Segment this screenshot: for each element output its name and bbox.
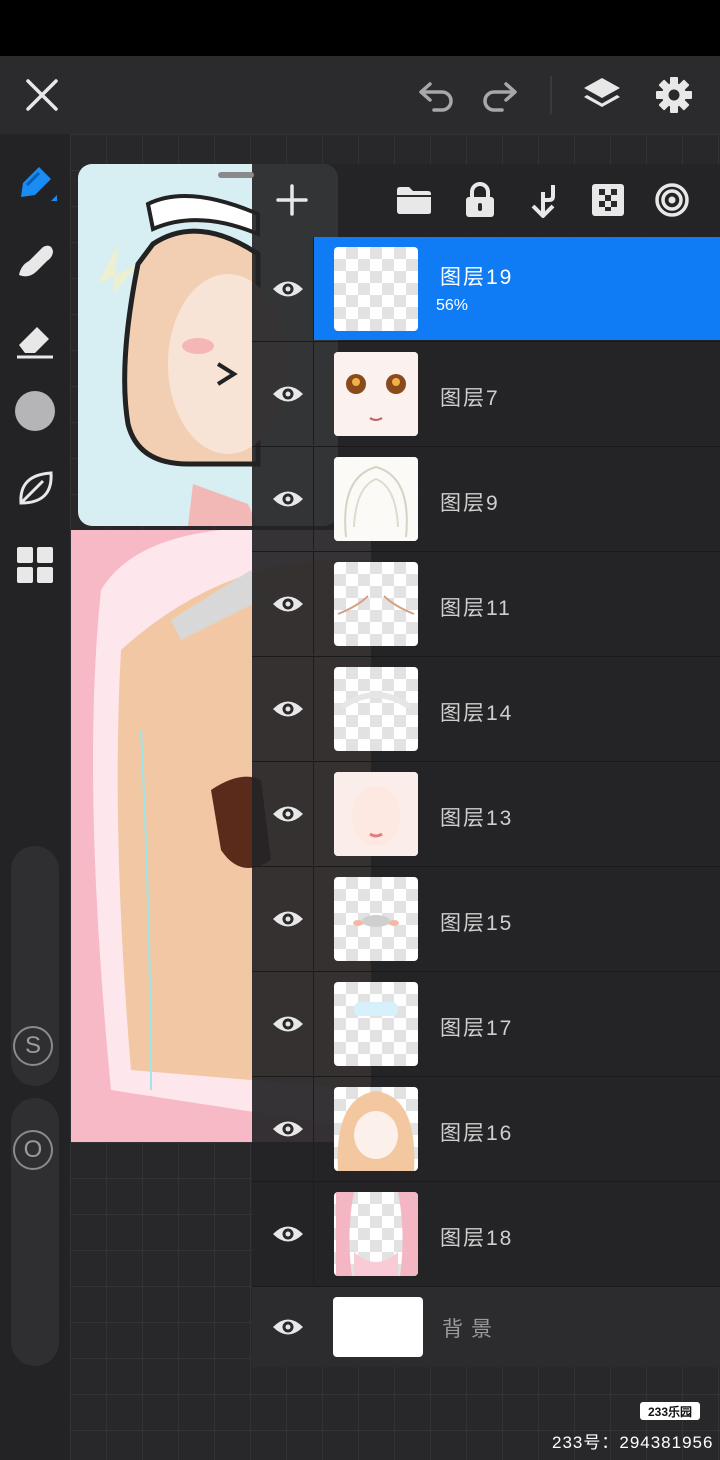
layer-content[interactable]: 图层9 xyxy=(313,447,720,550)
opacity-label: O xyxy=(13,1130,53,1170)
visibility-eye-icon[interactable] xyxy=(262,1208,314,1260)
visibility-eye-icon[interactable] xyxy=(262,788,314,840)
visibility-eye-icon[interactable] xyxy=(262,368,314,420)
layer-row[interactable]: 图层16 xyxy=(252,1077,720,1182)
status-bar xyxy=(0,0,720,56)
blend-mode-icon[interactable] xyxy=(650,178,694,222)
layer-thumbnail xyxy=(334,1192,418,1276)
visibility-eye-icon[interactable] xyxy=(262,578,314,630)
layers-list: 图层19 56% 图层7 图层9 图层11 图层14 图层13 图层15 图层1… xyxy=(252,237,720,1367)
visibility-eye-icon[interactable] xyxy=(262,473,314,525)
tools-sidebar: S O xyxy=(0,134,70,1460)
layer-content[interactable]: 图层14 xyxy=(313,657,720,760)
visibility-eye-icon[interactable] xyxy=(262,263,314,315)
lock-icon[interactable] xyxy=(458,178,502,222)
layer-row[interactable]: 图层19 56% xyxy=(252,237,720,342)
layer-name: 图层13 xyxy=(440,807,514,830)
add-layer-icon[interactable] xyxy=(270,178,314,222)
grid-menu-icon[interactable] xyxy=(10,540,60,590)
close-icon[interactable] xyxy=(20,73,64,117)
layer-content[interactable]: 图层17 xyxy=(313,972,720,1075)
eraser-icon[interactable] xyxy=(10,314,60,364)
layers-icon[interactable] xyxy=(578,71,626,119)
top-toolbar xyxy=(0,56,720,134)
layer-name: 图层15 xyxy=(440,912,514,935)
layer-name: 图层11 xyxy=(440,597,512,620)
background-layer-name: 背景 xyxy=(442,1318,500,1341)
watermark-text: 233号：294381956 xyxy=(552,1433,714,1452)
layer-thumbnail xyxy=(334,1087,418,1171)
leaf-shape-icon[interactable] xyxy=(10,464,60,514)
layer-content[interactable]: 图层18 xyxy=(313,1182,720,1285)
layer-row[interactable]: 图层15 xyxy=(252,867,720,972)
merge-down-icon[interactable] xyxy=(522,178,566,222)
layer-thumbnail xyxy=(334,457,418,541)
layer-row[interactable]: 图层17 xyxy=(252,972,720,1077)
visibility-eye-icon[interactable] xyxy=(262,683,314,735)
brush-pen-icon[interactable] xyxy=(10,158,60,208)
layer-name: 图层16 xyxy=(440,1122,514,1145)
layer-thumbnail xyxy=(334,352,418,436)
size-label: S xyxy=(13,1026,53,1066)
layer-name: 图层17 xyxy=(440,1017,514,1040)
color-swatch-icon[interactable] xyxy=(10,386,60,436)
layer-thumbnail xyxy=(334,562,418,646)
layers-panel-toolbar xyxy=(252,164,720,236)
layer-content[interactable]: 图层16 xyxy=(313,1077,720,1180)
background-thumbnail xyxy=(333,1297,423,1357)
layer-content[interactable]: 图层11 xyxy=(313,552,720,655)
layer-content[interactable]: 图层7 xyxy=(313,342,720,445)
panel-drag-handle[interactable] xyxy=(218,172,254,178)
undo-icon[interactable] xyxy=(414,73,458,117)
layer-name: 图层9 xyxy=(440,492,500,515)
layer-row[interactable]: 图层11 xyxy=(252,552,720,657)
layer-name: 图层14 xyxy=(440,702,514,725)
layer-row[interactable]: 图层13 xyxy=(252,762,720,867)
layer-content[interactable]: 图层19 56% xyxy=(313,237,720,340)
settings-gear-icon[interactable] xyxy=(650,71,698,119)
layer-row[interactable]: 图层7 xyxy=(252,342,720,447)
visibility-eye-icon[interactable] xyxy=(262,998,314,1050)
transparency-checker-icon[interactable] xyxy=(586,178,630,222)
layer-name: 图层19 xyxy=(440,266,514,289)
smudge-finger-icon[interactable] xyxy=(10,236,60,286)
layer-thumbnail xyxy=(334,877,418,961)
layer-thumbnail xyxy=(334,247,418,331)
layer-thumbnail xyxy=(334,667,418,751)
watermark-logo: 233乐园 xyxy=(640,1402,700,1420)
toolbar-divider xyxy=(550,76,552,114)
layer-row[interactable]: 图层18 xyxy=(252,1182,720,1287)
visibility-eye-icon[interactable] xyxy=(262,893,314,945)
background-layer-row[interactable]: 背景 xyxy=(252,1287,720,1367)
layer-thumbnail xyxy=(334,772,418,856)
layer-name: 图层7 xyxy=(440,387,500,410)
layer-opacity: 56% xyxy=(436,297,469,314)
layer-content[interactable]: 图层15 xyxy=(313,867,720,970)
layer-name: 图层18 xyxy=(440,1227,514,1250)
redo-icon[interactable] xyxy=(478,73,522,117)
layer-row[interactable]: 图层14 xyxy=(252,657,720,762)
layer-thumbnail xyxy=(334,982,418,1066)
layer-content[interactable]: 图层13 xyxy=(313,762,720,865)
folder-icon[interactable] xyxy=(392,178,436,222)
layer-row[interactable]: 图层9 xyxy=(252,447,720,552)
visibility-eye-icon[interactable] xyxy=(262,1301,314,1353)
visibility-eye-icon[interactable] xyxy=(262,1103,314,1155)
